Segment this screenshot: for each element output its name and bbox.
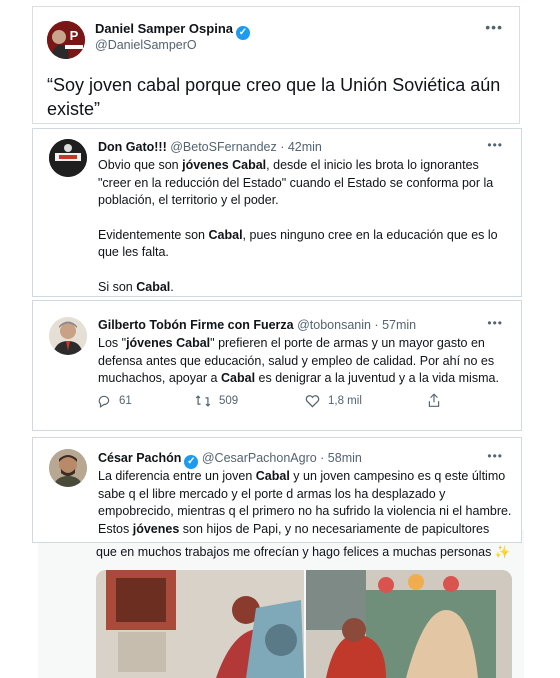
reply-tweet-gilberto[interactable]: Gilberto Tobón Firme con Fuerza @tobonsa… [32, 300, 522, 431]
retweet-count: 509 [219, 395, 239, 407]
like-action[interactable]: 1,8 mil [305, 394, 362, 408]
more-options-icon[interactable]: ••• [485, 19, 503, 35]
svg-text:P: P [70, 28, 79, 43]
avatar[interactable] [49, 317, 87, 355]
paragraph: Obvio que son jóvenes Cabal, desde el in… [98, 158, 494, 207]
author-handle-time[interactable]: @CesarPachonAgro · 58min [202, 451, 362, 465]
heart-icon [305, 395, 320, 408]
reply-text: Los "jóvenes Cabal" prefieren el porte d… [98, 336, 499, 385]
paragraph: Si son Cabal. [98, 279, 174, 294]
avatar[interactable] [49, 449, 87, 487]
retweet-action[interactable]: 509 [195, 394, 238, 408]
author-handle[interactable]: @DanielSamperO [95, 38, 197, 52]
reply-text: La diferencia entre un joven Cabal y un … [98, 469, 512, 536]
author-name[interactable]: Don Gato!!! [98, 140, 167, 154]
share-action[interactable] [427, 393, 441, 408]
reply-tweet-cesar[interactable]: César Pachón ✓ @CesarPachonAgro · 58min •… [32, 437, 522, 543]
avatar[interactable]: P [47, 21, 85, 59]
reply-header: César Pachón ✓ @CesarPachonAgro · 58min [98, 451, 362, 469]
retweet-icon [195, 395, 211, 407]
avatar[interactable] [49, 139, 87, 177]
background-post-text: que en muchos trabajos me ofrecían y hag… [96, 545, 511, 559]
reply-header: Don Gato!!! @BetoSFernandez · 42min [98, 140, 322, 154]
more-options-icon[interactable]: ••• [487, 316, 503, 330]
background-post: que en muchos trabajos me ofrecían y hag… [38, 530, 524, 678]
reply-tweet-dongato[interactable]: Don Gato!!! @BetoSFernandez · 42min ••• … [32, 128, 522, 297]
author-handle-time[interactable]: @BetoSFernandez · 42min [170, 140, 322, 154]
verified-badge-icon: ✓ [184, 455, 199, 469]
post-photo-right[interactable] [306, 570, 512, 678]
reply-text: Obvio que son jóvenes Cabal, desde el in… [98, 157, 510, 296]
reply-count: 61 [119, 395, 132, 407]
reply-action[interactable]: 61 [97, 394, 132, 408]
reply-icon [98, 395, 110, 408]
author-handle-time[interactable]: @tobonsanin · 57min [297, 318, 416, 332]
share-icon [428, 393, 440, 407]
paragraph: Evidentemente son Cabal, pues ninguno cr… [98, 227, 498, 260]
author-name[interactable]: Gilberto Tobón Firme con Fuerza [98, 318, 294, 332]
more-options-icon[interactable]: ••• [487, 449, 503, 463]
reply-header: Gilberto Tobón Firme con Fuerza @tobonsa… [98, 318, 416, 332]
tweet-text: “Soy joven cabal porque creo que la Unió… [47, 75, 501, 119]
tweet-main[interactable]: P Daniel Samper Ospina ✓ @DanielSamperO •… [32, 6, 520, 124]
like-count: 1,8 mil [328, 395, 362, 407]
post-photo-left[interactable] [96, 570, 304, 678]
author-name[interactable]: César Pachón [98, 451, 181, 465]
sparkle-emoji: ✨ [494, 545, 511, 559]
verified-badge-icon: ✓ [236, 26, 250, 40]
more-options-icon[interactable]: ••• [487, 138, 503, 152]
